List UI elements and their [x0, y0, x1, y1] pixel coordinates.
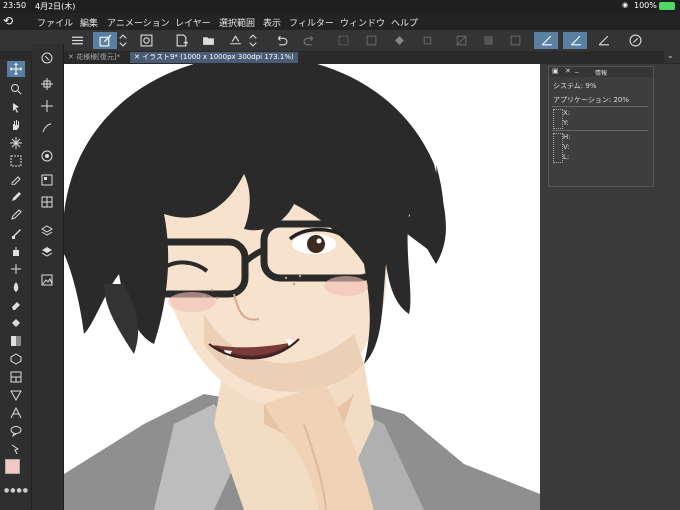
layer-move-icon[interactable]	[38, 76, 56, 92]
image-icon[interactable]	[38, 272, 56, 288]
sub-view-icon[interactable]	[38, 172, 56, 188]
invert-selection-icon[interactable]	[362, 32, 380, 49]
new-icon[interactable]	[172, 32, 190, 49]
status-time: 23:50	[3, 1, 27, 10]
color-mode-icons[interactable]: ●●●●	[4, 487, 29, 494]
ruler-snap-icon[interactable]	[534, 32, 558, 49]
system-usage-row: システム: 9%	[553, 82, 597, 90]
info-panel-header: ▣ ✕ _ 情報	[549, 65, 653, 77]
undo-icon[interactable]	[272, 32, 290, 49]
navigator-icon[interactable]	[38, 148, 56, 164]
menu-item-edit[interactable]: 編集	[80, 16, 98, 29]
info-panel-title: 情報	[595, 70, 608, 77]
pen-pressure-icon[interactable]	[38, 120, 56, 136]
eraser-icon[interactable]	[7, 297, 25, 313]
menu-item-help[interactable]: ヘルプ	[391, 16, 418, 29]
pen-icon[interactable]	[7, 189, 25, 205]
drawing-canvas[interactable]	[64, 64, 540, 510]
canvas-icon[interactable]	[137, 32, 155, 49]
document-tab-bar: ✕ 花様様[復元]* ✕ イラスト9* (1000 x 1000px 300dp…	[0, 51, 680, 64]
position-icon	[553, 109, 563, 129]
chevron-updown-icon[interactable]	[118, 32, 128, 49]
layer-property-icon[interactable]	[38, 222, 56, 238]
eyedropper-icon[interactable]	[7, 171, 25, 187]
menu-icon[interactable]	[68, 32, 86, 49]
ruler-icon[interactable]	[7, 387, 25, 403]
deselect-icon[interactable]	[334, 32, 352, 49]
menu-item-layer[interactable]: レイヤー	[175, 16, 211, 29]
status-date: 4月2日(木)	[35, 2, 76, 11]
edit-icon[interactable]	[93, 32, 117, 49]
fill-icon[interactable]	[390, 32, 408, 49]
menu-bar: ⟲ ファイル 編集 アニメーション レイヤー 選択範囲 表示 フィルター ウィン…	[0, 13, 680, 30]
tab-document-2[interactable]: ✕ イラスト9* (1000 x 1000px 300dpi 173.1%)	[130, 52, 298, 63]
open-icon[interactable]	[199, 32, 217, 49]
save-icon[interactable]	[226, 32, 244, 49]
view-rotate-icon[interactable]	[38, 50, 56, 66]
panel-grip-icon[interactable]: ▣	[552, 67, 559, 75]
object-icon[interactable]	[38, 98, 56, 114]
selection-icon[interactable]	[7, 153, 25, 169]
menu-item-view[interactable]: 表示	[263, 16, 281, 29]
status-bar: 23:50 4月2日(木) ◉ 100%	[0, 0, 680, 13]
menu-item-window[interactable]: ウィンドウ	[340, 16, 385, 29]
blend-icon[interactable]	[7, 279, 25, 295]
redo-icon[interactable]	[300, 32, 318, 49]
tab-close-icon[interactable]: ✕	[134, 53, 142, 61]
crop-icon[interactable]	[506, 32, 524, 49]
text-icon[interactable]	[7, 405, 25, 421]
material-icon[interactable]	[38, 194, 56, 210]
settings-icon[interactable]	[626, 32, 644, 49]
menu-item-filter[interactable]: フィルター	[289, 16, 334, 29]
info-panel: ▣ ✕ _ 情報 システム: 9% アプリケーション: 20% X: Y: H:…	[548, 65, 654, 187]
chevron-down-icon[interactable]: ⌄	[667, 51, 674, 60]
correct-line-icon[interactable]	[7, 441, 25, 457]
balloon-icon[interactable]	[7, 423, 25, 439]
color-value-icon	[553, 133, 563, 163]
decoration-icon[interactable]	[7, 261, 25, 277]
tab-close-icon[interactable]: ✕	[68, 53, 76, 61]
hand-icon[interactable]	[7, 117, 25, 133]
tool-palette: ●●●●	[0, 59, 32, 510]
app-usage-value: 20%	[613, 96, 630, 104]
zoom-icon[interactable]	[7, 81, 25, 97]
status-battery: 100%	[634, 1, 657, 10]
sub-tool-palette	[32, 44, 64, 510]
gradient-icon[interactable]	[7, 333, 25, 349]
app-usage-row: アプリケーション: 20%	[553, 96, 630, 104]
system-usage-value: 9%	[585, 82, 597, 90]
battery-icon	[659, 2, 675, 10]
close-icon[interactable]: ✕	[565, 67, 571, 75]
special-ruler-snap-icon[interactable]	[563, 32, 587, 49]
figure-icon[interactable]	[7, 351, 25, 367]
auto-select-icon[interactable]	[7, 135, 25, 151]
menu-item-animation[interactable]: アニメーション	[107, 16, 170, 29]
airbrush-icon[interactable]	[7, 243, 25, 259]
fill-tool-icon[interactable]	[7, 315, 25, 331]
artwork-illustration	[64, 64, 540, 510]
minimize-icon[interactable]: _	[575, 65, 579, 73]
clear-icon[interactable]	[452, 32, 470, 49]
panel-menu[interactable]: ⌄	[664, 51, 680, 63]
chevron-updown-icon[interactable]	[248, 32, 258, 49]
wifi-icon: ◉	[622, 1, 629, 9]
main-color-swatch[interactable]	[5, 459, 20, 474]
fill-outside-icon[interactable]	[479, 32, 497, 49]
brush-icon[interactable]	[7, 225, 25, 241]
command-bar	[0, 30, 680, 52]
transform-icon[interactable]	[418, 32, 436, 49]
menu-item-selection[interactable]: 選択範囲	[219, 16, 255, 29]
frame-icon[interactable]	[7, 369, 25, 385]
layer-icon[interactable]	[38, 244, 56, 260]
grid-snap-icon[interactable]	[594, 32, 612, 49]
app-logo-icon[interactable]: ⟲	[3, 14, 13, 28]
menu-item-file[interactable]: ファイル	[37, 16, 73, 29]
pencil-icon[interactable]	[7, 207, 25, 223]
tab-document-1[interactable]: ✕ 花様様[復元]*	[64, 52, 124, 63]
operation-icon[interactable]	[7, 99, 25, 115]
move-tool-icon[interactable]	[7, 61, 25, 77]
